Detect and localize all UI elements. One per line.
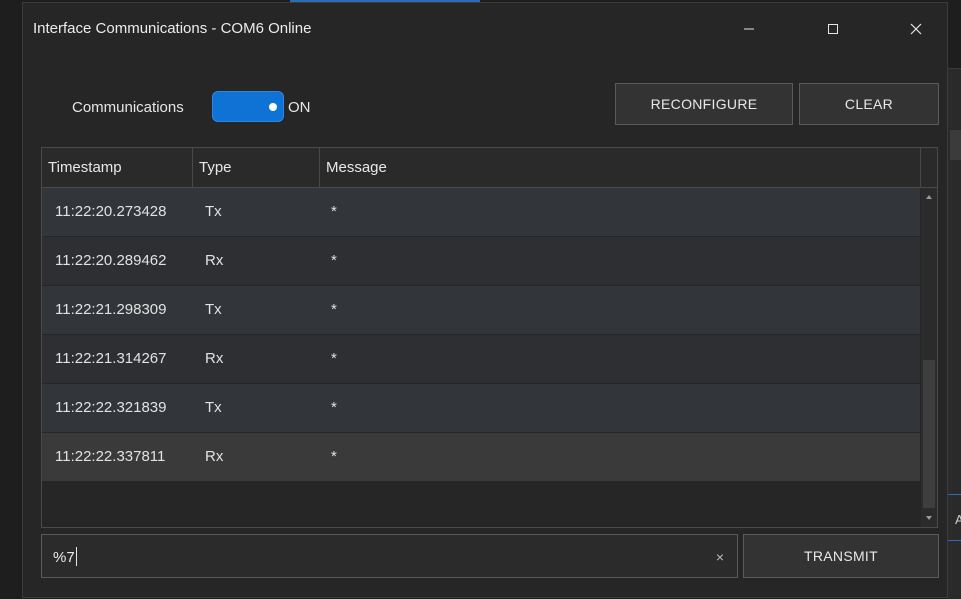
toggle-state-label: ON — [288, 99, 311, 116]
maximize-icon — [828, 24, 838, 34]
table-row[interactable]: 11:22:21.298309 Tx * — [42, 286, 920, 335]
cell-timestamp: 11:22:20.273428 — [55, 203, 167, 220]
interface-communications-window: Interface Communications - COM6 Online C… — [22, 2, 948, 598]
cell-timestamp: 11:22:22.337811 — [55, 448, 166, 465]
chevron-down-icon — [926, 516, 932, 520]
vertical-scrollbar[interactable] — [921, 188, 937, 527]
reconfigure-button[interactable]: RECONFIGURE — [615, 83, 793, 125]
cell-timestamp: 11:22:21.314267 — [55, 350, 167, 367]
scrollbar-thumb[interactable] — [923, 360, 935, 508]
scroll-down-button[interactable] — [921, 511, 937, 525]
transmit-input[interactable] — [42, 535, 715, 579]
cell-type: Tx — [205, 399, 222, 416]
minimize-button[interactable] — [729, 11, 769, 47]
table-row[interactable]: 11:22:20.289462 Rx * — [42, 237, 920, 286]
cell-message: * — [331, 252, 337, 269]
background-divider-blue — [948, 494, 961, 495]
background-edge-text: A — [955, 512, 961, 527]
communications-toggle[interactable] — [212, 91, 284, 122]
column-header-message[interactable]: Message — [320, 148, 921, 187]
background-divider-blue-2 — [948, 540, 961, 541]
cell-message: * — [331, 448, 337, 465]
cell-timestamp: 11:22:22.321839 — [55, 399, 167, 416]
clear-input-icon: × — [715, 549, 725, 565]
column-header-type[interactable]: Type — [193, 148, 320, 187]
cell-type: Rx — [205, 350, 224, 367]
table-row[interactable]: 11:22:20.273428 Tx * — [42, 188, 920, 237]
close-button[interactable] — [896, 11, 936, 47]
cell-type: Rx — [205, 252, 224, 269]
clear-input-button[interactable]: × — [710, 547, 730, 567]
cell-timestamp: 11:22:20.289462 — [55, 252, 167, 269]
scroll-up-button[interactable] — [921, 190, 937, 204]
header-scrollbar-spacer — [921, 148, 937, 187]
chevron-up-icon — [926, 195, 932, 199]
table-row[interactable]: 11:22:22.321839 Tx * — [42, 384, 920, 433]
cell-timestamp: 11:22:21.298309 — [55, 301, 167, 318]
maximize-button[interactable] — [813, 11, 853, 47]
table-row-selected[interactable]: 11:22:22.337811 Rx * — [42, 433, 920, 482]
cell-type: Tx — [205, 301, 222, 318]
cell-type: Tx — [205, 203, 222, 220]
cell-type: Rx — [205, 448, 224, 465]
grid-header: Timestamp Type Message — [42, 148, 937, 188]
title-bar[interactable]: Interface Communications - COM6 Online — [23, 3, 947, 55]
communications-label: Communications — [72, 99, 184, 116]
transmit-button[interactable]: TRANSMIT — [743, 534, 939, 578]
window-title: Interface Communications - COM6 Online — [33, 20, 312, 37]
cell-message: * — [331, 399, 337, 416]
toggle-knob — [269, 103, 277, 111]
close-icon — [910, 23, 922, 35]
cell-message: * — [331, 203, 337, 220]
background-scroll-mark — [950, 130, 961, 160]
transmit-input-box: × — [41, 534, 738, 579]
text-caret — [76, 547, 77, 566]
minimize-icon — [744, 28, 754, 30]
clear-button[interactable]: CLEAR — [799, 83, 939, 125]
message-log-grid: Timestamp Type Message 11:22:20.273428 T… — [41, 147, 938, 528]
background-divider — [948, 68, 961, 69]
cell-message: * — [331, 301, 337, 318]
grid-rows: 11:22:20.273428 Tx * 11:22:20.289462 Rx … — [42, 188, 920, 482]
table-row[interactable]: 11:22:21.314267 Rx * — [42, 335, 920, 384]
cell-message: * — [331, 350, 337, 367]
column-header-timestamp[interactable]: Timestamp — [42, 148, 193, 187]
